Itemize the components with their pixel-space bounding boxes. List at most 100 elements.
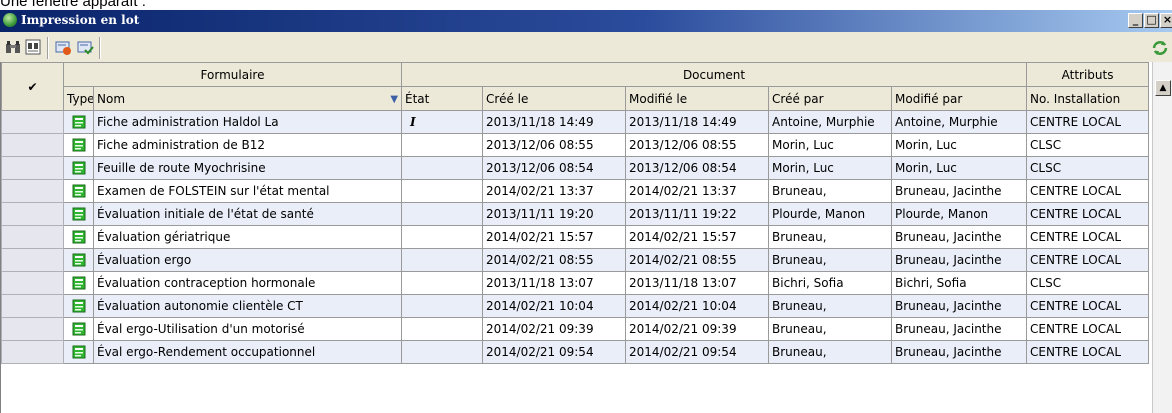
cell-created: 2013/11/18 13:07 <box>482 271 627 295</box>
column-header-installation[interactable]: No. Installation <box>1026 86 1150 111</box>
row-selector[interactable] <box>1 156 64 180</box>
cell-modified: 2013/11/18 14:49 <box>625 110 770 134</box>
cell-state <box>401 317 484 341</box>
group-header-form: Formulaire <box>62 62 403 87</box>
type-cell <box>63 225 94 249</box>
type-cell <box>63 294 94 318</box>
column-header-state[interactable]: État <box>401 86 484 111</box>
form-document-icon <box>72 230 85 244</box>
cell-installation: CLSC <box>1026 156 1150 180</box>
cell-created-by: Bruneau, <box>768 179 893 203</box>
cell-installation: CENTRE LOCAL <box>1026 294 1150 318</box>
row-selector[interactable] <box>1 294 64 318</box>
type-cell <box>63 248 94 272</box>
refresh-icon[interactable] <box>1150 38 1170 58</box>
app-icon <box>3 13 17 27</box>
maximize-button[interactable]: □ <box>1144 13 1159 28</box>
cell-modified-by: Bruneau, Jacinthe <box>891 340 1028 364</box>
cell-state <box>401 271 484 295</box>
cell-created: 2013/11/18 14:49 <box>482 110 627 134</box>
cell-modified-by: Morin, Luc <box>891 156 1028 180</box>
row-selector[interactable] <box>1 133 64 157</box>
cell-created-by: Bruneau, <box>768 294 893 318</box>
cell-modified: 2013/12/06 08:55 <box>625 133 770 157</box>
print-stop-icon[interactable] <box>54 38 72 56</box>
binoculars-icon[interactable] <box>4 38 22 56</box>
cell-modified-by: Bruneau, Jacinthe <box>891 294 1028 318</box>
cell-installation: CLSC <box>1026 271 1150 295</box>
minimize-button[interactable]: _ <box>1128 13 1143 28</box>
window-title: Impression en lot <box>21 13 140 27</box>
form-document-icon <box>72 138 85 152</box>
table-row[interactable]: Fiche administration de B12 2013/12/06 08… <box>1 133 1150 157</box>
table-row[interactable]: Évaluation gériatrique 2014/02/21 15:57 20… <box>1 225 1150 249</box>
cell-created-by: Bruneau, <box>768 340 893 364</box>
column-header-type[interactable]: Type <box>63 86 94 111</box>
cell-modified-by: Antoine, Murphie <box>891 110 1028 134</box>
type-cell <box>63 271 94 295</box>
cell-created: 2013/12/06 08:54 <box>482 156 627 180</box>
table-row[interactable]: Examen de FOLSTEIN sur l'état mental 2014… <box>1 179 1150 203</box>
print-check-icon[interactable] <box>76 38 94 56</box>
cell-installation: CENTRE LOCAL <box>1026 179 1150 203</box>
cell-modified-by: Bruneau, Jacinthe <box>891 179 1028 203</box>
column-header-created-by[interactable]: Créé par <box>768 86 893 111</box>
cell-modified: 2013/11/18 13:07 <box>625 271 770 295</box>
toolbar-separator <box>99 37 101 59</box>
close-button[interactable]: × <box>1160 13 1172 28</box>
cell-name: Éval ergo-Utilisation d'un motorisé <box>92 317 403 341</box>
cell-name: Examen de FOLSTEIN sur l'état mental <box>92 179 403 203</box>
cell-name: Évaluation gériatrique <box>92 225 403 249</box>
cell-created-by: Bruneau, <box>768 225 893 249</box>
row-selector[interactable] <box>1 248 64 272</box>
type-cell <box>63 202 94 226</box>
cell-state <box>401 133 484 157</box>
vertical-scrollbar[interactable]: ▲ <box>1152 62 1172 413</box>
column-header-created[interactable]: Créé le <box>482 86 627 111</box>
cell-state <box>401 248 484 272</box>
window-titlebar[interactable]: Impression en lot _ □ × <box>0 10 1172 32</box>
binoculars-list-icon[interactable] <box>24 38 42 56</box>
cell-name: Éval ergo-Rendement occupationnel <box>92 340 403 364</box>
cell-state <box>401 202 484 226</box>
row-selector[interactable] <box>1 317 64 341</box>
row-selector[interactable] <box>1 202 64 226</box>
row-selector[interactable] <box>1 271 64 295</box>
toolbar <box>0 32 1172 63</box>
cell-name: Évaluation contraception hormonale <box>92 271 403 295</box>
row-selector[interactable] <box>1 110 64 134</box>
form-document-icon <box>72 299 85 313</box>
cell-modified: 2014/02/21 08:55 <box>625 248 770 272</box>
cell-modified-by: Bruneau, Jacinthe <box>891 225 1028 249</box>
cell-installation: CENTRE LOCAL <box>1026 248 1150 272</box>
cell-installation: CLSC <box>1026 133 1150 157</box>
documents-table: ✔ Formulaire Document Attributs Type Nom… <box>1 62 1150 364</box>
cell-created-by: Morin, Luc <box>768 156 893 180</box>
column-header-modified-by[interactable]: Modifié par <box>891 86 1028 111</box>
table-row[interactable]: Évaluation initiale de l'état de santé 20… <box>1 202 1150 226</box>
cell-state <box>401 340 484 364</box>
column-header-name[interactable]: Nom ▼ <box>92 86 403 111</box>
select-all-header[interactable]: ✔ <box>1 62 64 111</box>
form-document-icon <box>72 161 85 175</box>
row-selector[interactable] <box>1 225 64 249</box>
form-document-icon <box>72 115 85 129</box>
row-selector[interactable] <box>1 340 64 364</box>
cell-name: Évaluation ergo <box>92 248 403 272</box>
table-row[interactable]: Éval ergo-Rendement occupationnel 2014/02… <box>1 340 1150 364</box>
table-row[interactable]: Fiche administration Haldol La I 2013/11/1… <box>1 110 1150 134</box>
cell-created: 2014/02/21 15:57 <box>482 225 627 249</box>
cell-modified: 2014/02/21 10:04 <box>625 294 770 318</box>
cell-created: 2014/02/21 08:55 <box>482 248 627 272</box>
table-row[interactable]: Feuille de route Myochrisine 2013/12/06 0… <box>1 156 1150 180</box>
table-row[interactable]: Évaluation ergo 2014/02/21 08:55 2014/02/2… <box>1 248 1150 272</box>
table-row[interactable]: Évaluation autonomie clientèle CT 2014/02… <box>1 294 1150 318</box>
type-cell <box>63 317 94 341</box>
cell-modified-by: Bruneau, Jacinthe <box>891 248 1028 272</box>
scroll-up-button[interactable]: ▲ <box>1155 80 1171 96</box>
column-header-modified[interactable]: Modifié le <box>625 86 770 111</box>
table-row[interactable]: Évaluation contraception hormonale 2013/1… <box>1 271 1150 295</box>
group-header-attributes: Attributs <box>1026 62 1150 87</box>
table-row[interactable]: Éval ergo-Utilisation d'un motorisé 2014/… <box>1 317 1150 341</box>
row-selector[interactable] <box>1 179 64 203</box>
